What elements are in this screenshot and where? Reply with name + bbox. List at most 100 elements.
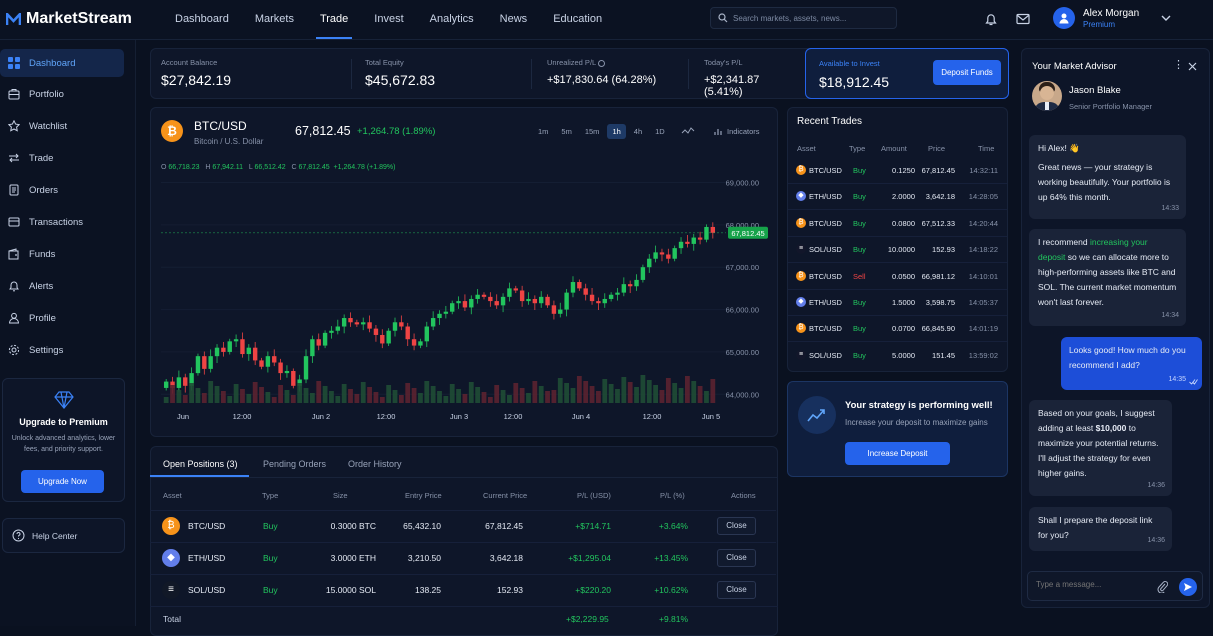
tf-5m[interactable]: 5m: [556, 124, 576, 139]
sidebar-item-trade[interactable]: Trade: [0, 144, 124, 172]
message-text: Looks good! How much do you recommend I …: [1069, 345, 1186, 370]
candle-body: [634, 279, 639, 287]
close-position-button[interactable]: Close: [717, 581, 756, 599]
stat-value: $45,672.83: [365, 72, 436, 88]
sidebar-item-portfolio[interactable]: Portfolio: [0, 80, 124, 108]
search-input[interactable]: [733, 13, 883, 23]
increase-deposit-button[interactable]: Increase Deposit: [845, 442, 950, 465]
recent-trade-row[interactable]: ◆ ETH/USD Buy 1.5000 3,598.75 14:05:37: [796, 289, 1004, 315]
candle-body: [494, 301, 499, 306]
chevron-down-icon[interactable]: [1161, 15, 1171, 22]
more-options-icon[interactable]: ⋮: [1173, 58, 1184, 71]
stat-value: +$2,341.87 (5.41%): [704, 74, 760, 98]
candlestick-chart[interactable]: 69,000.0068,000.0067,000.0066,000.0065,0…: [161, 162, 769, 427]
candle-body: [647, 258, 652, 268]
tf-1d[interactable]: 1D: [650, 124, 670, 139]
nav-education[interactable]: Education: [540, 0, 615, 40]
tf-4h[interactable]: 4h: [629, 124, 647, 139]
volume-bar: [487, 397, 493, 403]
trade-type: Buy: [853, 350, 866, 360]
trade-price: 66,845.90: [921, 324, 955, 334]
chat-message-input[interactable]: [1036, 580, 1146, 589]
indicators-button[interactable]: Indicators: [714, 127, 760, 136]
tf-1h[interactable]: 1h: [607, 124, 626, 139]
volume-bar: [386, 385, 392, 403]
user-menu[interactable]: Alex Morgan Premium: [1053, 7, 1171, 29]
tf-1m[interactable]: 1m: [533, 124, 553, 139]
paperclip-icon[interactable]: [1157, 580, 1168, 593]
candle-body: [551, 305, 557, 314]
grid-icon: [8, 57, 20, 69]
sidebar-item-dashboard[interactable]: Dashboard: [0, 49, 124, 77]
trade-amount: 0.0500: [892, 271, 915, 281]
recent-trade-row[interactable]: ₿ BTC/USD Buy 0.0700 66,845.90 14:01:19: [796, 315, 1004, 341]
recent-trades-title: Recent Trades: [797, 116, 863, 127]
volume-bar: [449, 384, 455, 403]
recent-trade-row[interactable]: ≡ SOL/USD Buy 10.0000 152.93 14:18:22: [796, 236, 1004, 262]
x-tick-label: 12:00: [504, 412, 523, 421]
volume-bar: [284, 390, 290, 403]
candle-body: [519, 290, 525, 302]
recent-trade-row[interactable]: ≡ SOL/USD Buy 5.0000 151.45 13:59:02: [796, 342, 1004, 368]
bell-icon[interactable]: [983, 11, 999, 27]
nav-markets[interactable]: Markets: [242, 0, 307, 40]
close-position-button[interactable]: Close: [717, 517, 756, 535]
volume-bar: [507, 395, 512, 403]
volume-bar: [653, 385, 659, 403]
sidebar: Dashboard Portfolio Watchlist Trade Orde…: [0, 40, 136, 626]
y-tick-label: 65,000.00: [726, 348, 759, 357]
chart-type-icon[interactable]: [681, 126, 695, 136]
user-icon: [8, 312, 20, 324]
candle-body: [361, 322, 366, 325]
sidebar-item-label: Transactions: [29, 216, 84, 228]
wallet-icon: [8, 248, 19, 260]
stat-label: Total Equity: [365, 58, 404, 67]
chat-message-advisor: Based on your goals, I suggest adding at…: [1029, 400, 1172, 496]
volume-bar: [176, 390, 182, 403]
tab-pending-orders[interactable]: Pending Orders: [263, 459, 326, 469]
sidebar-item-orders[interactable]: Orders: [0, 176, 124, 204]
candle-body: [653, 252, 658, 259]
info-icon[interactable]: [598, 59, 606, 67]
recent-trade-row[interactable]: ◆ ETH/USD Buy 2.0000 3,642.18 14:28:05: [796, 183, 1004, 209]
sidebar-item-profile[interactable]: Profile: [0, 304, 124, 332]
candle-body: [265, 356, 271, 367]
nav-dashboard[interactable]: Dashboard: [162, 0, 242, 40]
trade-amount: 5.0000: [892, 350, 915, 360]
volume-bar: [646, 380, 652, 403]
help-center-link[interactable]: Help Center: [2, 518, 125, 553]
close-position-button[interactable]: Close: [717, 549, 756, 567]
send-button[interactable]: [1179, 578, 1197, 596]
upgrade-now-button[interactable]: Upgrade Now: [21, 470, 104, 493]
nav-trade[interactable]: Trade: [307, 0, 361, 40]
recent-trade-row[interactable]: ₿ BTC/USD Buy 0.1250 67,812.45 14:32:11: [796, 157, 1004, 183]
sidebar-item-alerts[interactable]: Alerts: [0, 272, 124, 300]
tab-open-positions[interactable]: Open Positions (3): [163, 459, 238, 469]
arrows-icon: [9, 153, 19, 163]
indicators-icon: [714, 128, 722, 135]
volume-bar: [551, 390, 557, 403]
rt-header-asset: Asset: [797, 144, 816, 153]
total-label: Total: [163, 614, 181, 624]
app-logo[interactable]: MarketStream: [6, 10, 132, 28]
candle-body: [469, 298, 474, 308]
sidebar-item-transactions[interactable]: Transactions: [0, 208, 124, 236]
sidebar-item-funds[interactable]: Funds: [0, 240, 124, 268]
volume-bar: [672, 383, 678, 403]
sidebar-item-settings[interactable]: Settings: [0, 336, 124, 364]
chart-pair[interactable]: BTC/USD: [194, 119, 247, 133]
nav-invest[interactable]: Invest: [361, 0, 416, 40]
tab-order-history[interactable]: Order History: [348, 459, 402, 469]
chat-message-advisor: I recommend increasing your deposit so w…: [1029, 229, 1186, 326]
close-icon[interactable]: [1188, 62, 1197, 71]
nav-news[interactable]: News: [487, 0, 541, 40]
sidebar-item-watchlist[interactable]: Watchlist: [0, 112, 124, 140]
volume-bar: [684, 376, 690, 403]
tf-15m[interactable]: 15m: [580, 124, 605, 139]
recent-trade-row[interactable]: ₿ BTC/USD Buy 0.0800 67,512.33 14:20:44: [796, 210, 1004, 236]
nav-analytics[interactable]: Analytics: [417, 0, 487, 40]
deposit-funds-button[interactable]: Deposit Funds: [933, 60, 1001, 85]
mail-icon[interactable]: [1015, 11, 1031, 27]
volume-bar: [367, 387, 372, 403]
recent-trade-row[interactable]: ₿ BTC/USD Sell 0.0500 66,981.12 14:10:01: [796, 263, 1004, 289]
